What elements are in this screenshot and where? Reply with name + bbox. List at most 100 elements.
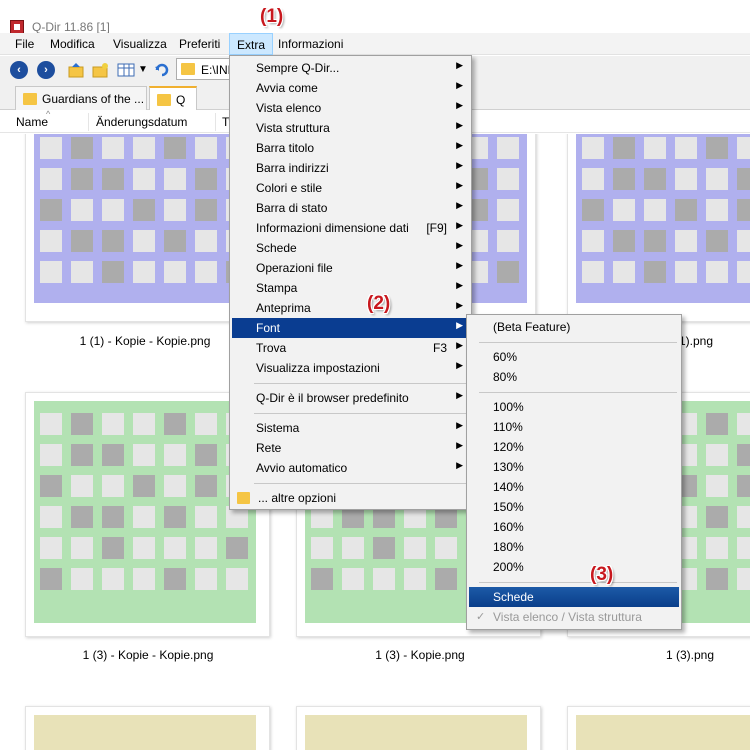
menu-file[interactable]: File xyxy=(15,37,34,51)
grid-cell xyxy=(613,168,635,190)
menu-item-rete[interactable]: Rete ▶ xyxy=(232,438,469,458)
new-folder-icon[interactable] xyxy=(91,61,109,79)
menu-item-schede[interactable]: Schede ▶ xyxy=(232,238,469,258)
font-beta-feature: (Beta Feature) xyxy=(493,320,571,334)
grid-cell xyxy=(102,475,124,497)
file-thumbnail[interactable] xyxy=(25,706,270,750)
column-name[interactable]: Name xyxy=(16,115,48,129)
grid-cell xyxy=(164,568,186,590)
file-name[interactable]: 1 (3) - Kopie.png xyxy=(300,648,540,662)
forward-icon[interactable]: › xyxy=(37,61,55,79)
menu-modifica[interactable]: Modifica xyxy=(50,37,95,51)
address-bar[interactable]: E:\INE xyxy=(176,58,236,80)
menu-item-barra-titolo[interactable]: Barra titolo ▶ xyxy=(232,138,469,158)
font-size-150[interactable]: 150% xyxy=(469,497,679,517)
view-grid-icon[interactable] xyxy=(117,61,135,79)
grid-cell xyxy=(195,444,217,466)
grid-cell xyxy=(497,261,519,283)
menu-item-altre-opzioni[interactable]: ... altre opzioni xyxy=(232,488,469,508)
grid-cell xyxy=(737,537,750,559)
menu-preferiti[interactable]: Preferiti xyxy=(179,37,220,51)
grid-cell xyxy=(164,444,186,466)
font-size-140[interactable]: 140% xyxy=(469,477,679,497)
menu-separator xyxy=(479,582,677,583)
menu-item-sistema[interactable]: Sistema ▶ xyxy=(232,418,469,438)
back-icon[interactable]: ‹ xyxy=(10,61,28,79)
menu-item-font[interactable]: Font ▶ xyxy=(232,318,469,338)
menu-separator xyxy=(479,392,677,393)
menu-item-trova[interactable]: Trova F3 ▶ xyxy=(232,338,469,358)
file-name[interactable]: 1 (3) - Kopie - Kopie.png xyxy=(28,648,268,662)
refresh-icon[interactable] xyxy=(153,61,171,79)
grid-cell xyxy=(133,444,155,466)
grid-cell xyxy=(164,537,186,559)
grid-cell xyxy=(133,199,155,221)
menu-item-info-dimensione[interactable]: Informazioni dimensione dati [F9] ▶ xyxy=(232,218,469,238)
menu-item-barra-stato[interactable]: Barra di stato ▶ xyxy=(232,198,469,218)
callout-3: (3) xyxy=(590,564,614,585)
menu-separator xyxy=(479,342,677,343)
file-thumbnail[interactable] xyxy=(296,706,541,750)
font-size-180[interactable]: 180% xyxy=(469,537,679,557)
grid-cell xyxy=(737,413,750,435)
menu-separator xyxy=(254,483,467,484)
grid-cell xyxy=(133,230,155,252)
callout-1: (1) xyxy=(260,6,284,27)
grid-cell xyxy=(102,230,124,252)
column-divider[interactable] xyxy=(88,113,89,131)
font-size-200[interactable]: 200% xyxy=(469,557,679,577)
menu-item-vista-elenco[interactable]: Vista elenco ▶ xyxy=(232,98,469,118)
grid-cell xyxy=(582,261,604,283)
menu-item-operazioni-file[interactable]: Operazioni file ▶ xyxy=(232,258,469,278)
grid-cell xyxy=(71,168,93,190)
menu-item-avvia-come[interactable]: Avvia come ▶ xyxy=(232,78,469,98)
font-size-160[interactable]: 160% xyxy=(469,517,679,537)
font-size-130[interactable]: 130% xyxy=(469,457,679,477)
grid-cell xyxy=(737,475,750,497)
tab-q[interactable]: Q xyxy=(149,86,197,110)
grid-cell xyxy=(582,230,604,252)
menu-item-anteprima[interactable]: Anteprima ▶ xyxy=(232,298,469,318)
font-size-60[interactable]: 60% xyxy=(469,347,679,367)
menu-item-vista-struttura[interactable]: Vista struttura ▶ xyxy=(232,118,469,138)
menu-item-visualizza-impostazioni[interactable]: Visualizza impostazioni ▶ xyxy=(232,358,469,378)
menu-item-colori-stile[interactable]: Colori e stile ▶ xyxy=(232,178,469,198)
font-size-80[interactable]: 80% xyxy=(469,367,679,387)
thumbnail-image xyxy=(305,715,527,750)
grid-cell xyxy=(133,168,155,190)
file-thumbnail[interactable] xyxy=(567,134,750,322)
menu-extra[interactable]: Extra xyxy=(229,33,274,55)
menu-item-barra-indirizzi[interactable]: Barra indirizzi ▶ xyxy=(232,158,469,178)
menu-informazioni[interactable]: Informazioni xyxy=(278,37,343,51)
file-name[interactable]: 1 (3).png xyxy=(570,648,750,662)
grid-cell xyxy=(71,137,93,159)
grid-cell xyxy=(706,568,728,590)
column-divider[interactable] xyxy=(215,113,216,131)
grid-cell xyxy=(497,137,519,159)
grid-cell xyxy=(195,506,217,528)
submenu-arrow-icon: ▶ xyxy=(456,220,463,230)
font-size-110[interactable]: 110% xyxy=(469,417,679,437)
thumbnail-image xyxy=(576,134,750,303)
menu-visualizza[interactable]: Visualizza xyxy=(113,37,167,51)
grid-cell xyxy=(102,137,124,159)
grid-cell xyxy=(675,199,697,221)
column-date[interactable]: Änderungsdatum xyxy=(96,115,187,129)
font-size-100[interactable]: 100% xyxy=(469,397,679,417)
menu-item-sempre-qdir[interactable]: Sempre Q-Dir... ▶ xyxy=(232,58,469,78)
menu-item-stampa[interactable]: Stampa ▶ xyxy=(232,278,469,298)
font-size-120[interactable]: 120% xyxy=(469,437,679,457)
grid-cell xyxy=(342,568,364,590)
menu-item-browser-predefinito[interactable]: Q-Dir è il browser predefinito ▶ xyxy=(232,388,469,408)
grid-cell xyxy=(706,537,728,559)
up-folder-icon[interactable] xyxy=(67,61,85,79)
shortcut-label: F3 xyxy=(432,341,447,355)
grid-cell xyxy=(71,261,93,283)
thumb-grid xyxy=(582,137,750,283)
grid-cell xyxy=(342,537,364,559)
menu-item-avvio-automatico[interactable]: Avvio automatico ▶ xyxy=(232,458,469,478)
file-thumbnail[interactable] xyxy=(567,706,750,750)
tab-guardians[interactable]: Guardians of the ... xyxy=(15,86,147,110)
grid-cell xyxy=(373,568,395,590)
font-target-schede[interactable]: Schede xyxy=(469,587,679,607)
